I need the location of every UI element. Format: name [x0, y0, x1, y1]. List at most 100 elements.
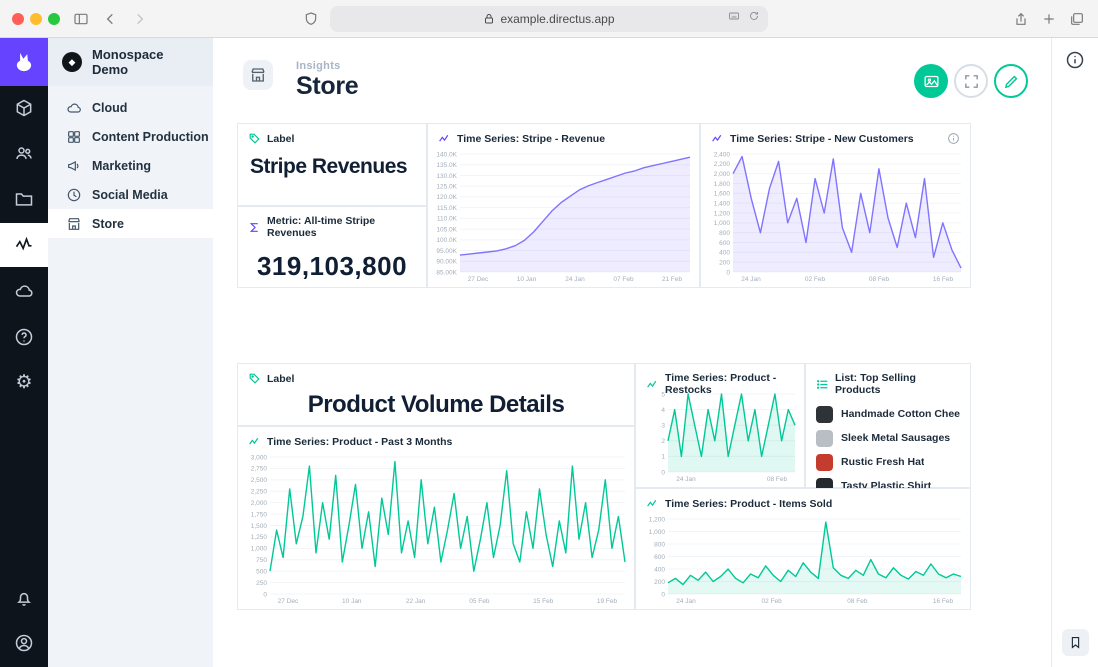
panel-header: Label [267, 373, 294, 385]
panel-header: Label [267, 133, 294, 145]
list-item[interactable]: Rustic Fresh Hat [816, 450, 960, 474]
svg-text:1,750: 1,750 [251, 511, 268, 518]
svg-text:105.0K: 105.0K [436, 226, 457, 233]
info-icon[interactable] [947, 132, 960, 145]
svg-text:2: 2 [661, 438, 665, 445]
breadcrumb: Insights [296, 60, 341, 72]
clock-icon [66, 187, 82, 203]
module-cloud[interactable] [0, 269, 48, 313]
panel-label-stripe: Label Stripe Revenues [237, 123, 427, 206]
svg-text:200: 200 [654, 579, 665, 586]
minimize-window-button[interactable] [30, 13, 42, 25]
svg-text:135.0K: 135.0K [436, 162, 457, 169]
url-bar[interactable]: example.directus.app [330, 6, 768, 32]
reload-icon[interactable] [748, 10, 760, 22]
panel-header: Metric: All-time Stripe Revenues [267, 215, 416, 239]
sidebar-item-store[interactable]: Store [48, 209, 213, 238]
keyboard-icon[interactable] [728, 10, 740, 22]
bell-icon [14, 588, 34, 608]
edit-panels-button[interactable] [994, 64, 1028, 98]
svg-text:130.0K: 130.0K [436, 173, 457, 180]
directus-logo[interactable] [0, 38, 48, 86]
zoom-window-button[interactable] [48, 13, 60, 25]
account-button[interactable] [0, 621, 48, 665]
new-customers-chart: 2,4002,2002,0001,8001,6001,4001,2001,000… [705, 150, 966, 283]
bookmark-button[interactable] [1062, 629, 1089, 656]
forward-icon[interactable] [128, 8, 150, 30]
panel-label-product: Label Product Volume Details [237, 363, 635, 426]
new-tab-icon[interactable] [1038, 8, 1060, 30]
metric-value: 319,103,800 [238, 251, 426, 282]
svg-text:19 Feb: 19 Feb [597, 598, 618, 605]
close-window-button[interactable] [12, 13, 24, 25]
sidebar-item-label: Social Media [92, 188, 168, 202]
module-files[interactable] [0, 177, 48, 221]
svg-text:90.00K: 90.00K [436, 259, 457, 266]
product-3mo-chart: 3,0002,7502,5002,2502,0001,7501,5001,250… [242, 453, 630, 605]
svg-text:0: 0 [726, 269, 730, 276]
svg-text:1: 1 [661, 454, 665, 461]
svg-text:0: 0 [263, 591, 267, 598]
page-store-icon [243, 60, 273, 90]
svg-text:2,000: 2,000 [714, 171, 731, 178]
svg-text:400: 400 [654, 566, 665, 573]
svg-text:0: 0 [661, 469, 665, 476]
time-series-icon [248, 435, 261, 448]
info-sidebar-button[interactable] [1064, 50, 1086, 72]
sidebar-toggle-icon[interactable] [70, 8, 92, 30]
panel-header: List: Top Selling Products [835, 372, 960, 396]
svg-text:125.0K: 125.0K [436, 183, 457, 190]
svg-text:2,500: 2,500 [251, 477, 268, 484]
sidebar-item-marketing[interactable]: Marketing [48, 151, 213, 180]
panel-list-top-products: List: Top Selling Products Handmade Cott… [805, 363, 971, 488]
list-item[interactable]: Sleek Metal Sausages [816, 426, 960, 450]
label-text: Stripe Revenues [238, 149, 426, 185]
time-series-icon [438, 132, 451, 145]
list-item[interactable]: Handmade Cotton Cheese [816, 402, 960, 426]
main-content: Insights Store Label Stripe Revenues Met… [213, 38, 1051, 667]
module-content[interactable] [0, 86, 48, 130]
svg-text:02 Feb: 02 Feb [805, 276, 826, 283]
svg-text:140.0K: 140.0K [436, 151, 457, 158]
grid-icon [66, 129, 82, 145]
tab-overview-icon[interactable] [1066, 8, 1088, 30]
module-settings[interactable]: ⚙ [0, 360, 48, 404]
image-action-button[interactable] [914, 64, 948, 98]
share-icon[interactable] [1010, 8, 1032, 30]
svg-text:16 Feb: 16 Feb [933, 598, 954, 605]
fullscreen-button[interactable] [954, 64, 988, 98]
svg-text:21 Feb: 21 Feb [662, 276, 683, 283]
product-title: Handmade Cotton Cheese [841, 408, 960, 420]
svg-text:4: 4 [661, 407, 665, 414]
svg-text:800: 800 [719, 230, 730, 237]
svg-text:08 Feb: 08 Feb [847, 598, 868, 605]
svg-text:10 Jan: 10 Jan [342, 598, 362, 605]
panel-ts-stripe-revenue: Time Series: Stripe - Revenue 140.0K135.… [427, 123, 700, 288]
project-switcher[interactable]: ◆ Monospace Demo [48, 38, 213, 86]
metric-icon [248, 221, 261, 234]
module-insights[interactable] [0, 223, 48, 267]
notifications-button[interactable] [0, 576, 48, 620]
shield-icon[interactable] [300, 8, 322, 30]
list-icon [816, 378, 829, 391]
items-sold-chart: 1,2001,000800600400200024 Jan02 Feb08 Fe… [640, 515, 966, 605]
svg-text:2,400: 2,400 [714, 151, 731, 158]
image-icon [923, 73, 940, 90]
sidebar-item-cloud[interactable]: Cloud [48, 93, 213, 122]
module-help[interactable] [0, 315, 48, 359]
svg-text:1,000: 1,000 [649, 529, 666, 536]
url-text: example.directus.app [500, 12, 614, 26]
svg-text:1,200: 1,200 [649, 516, 666, 523]
module-users[interactable] [0, 131, 48, 175]
label-icon [248, 372, 261, 385]
svg-text:250: 250 [256, 580, 267, 587]
svg-text:1,500: 1,500 [251, 523, 268, 530]
svg-text:100.0K: 100.0K [436, 237, 457, 244]
time-series-icon [646, 497, 659, 510]
people-icon [14, 143, 34, 163]
sidebar-item-content-production[interactable]: Content Production [48, 122, 213, 151]
back-icon[interactable] [100, 8, 122, 30]
svg-text:27 Dec: 27 Dec [278, 598, 299, 605]
sidebar-item-social-media[interactable]: Social Media [48, 180, 213, 209]
time-series-icon [646, 378, 659, 391]
